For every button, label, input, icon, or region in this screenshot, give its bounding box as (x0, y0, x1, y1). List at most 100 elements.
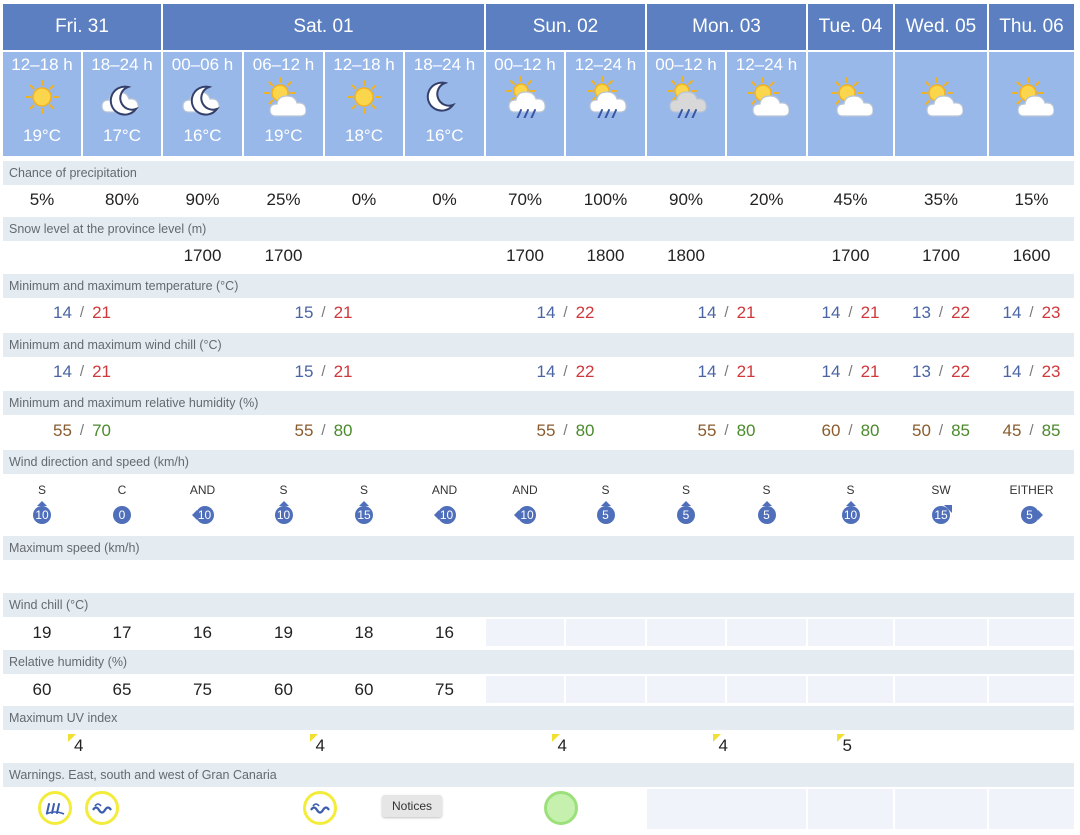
max-speed-cell (325, 562, 403, 589)
separator: / (938, 304, 944, 321)
wind-speed: 5 (1026, 508, 1033, 522)
temp_minmax-min: 14 (821, 302, 841, 322)
section-label-relhum: Relative humidity (%) (3, 650, 1074, 674)
precip-cell: 70% (486, 187, 564, 213)
hum_minmax-max: 80 (736, 420, 756, 440)
day-header-wed[interactable]: Wed. 05 (895, 4, 987, 50)
chill_minmax-cell: 14 / 21 (647, 358, 806, 385)
night-cloud-icon (100, 76, 144, 118)
uv-index-cell: 4 (647, 732, 806, 757)
wind-speed-badge: 15 (928, 501, 954, 527)
precip-cell: 100% (566, 187, 645, 213)
wave-warning-icon[interactable] (303, 791, 337, 825)
windchill-cell (989, 619, 1074, 646)
chill_minmax-max: 22 (951, 361, 970, 381)
windchill-cell (895, 619, 987, 646)
warnings-cell (3, 789, 161, 829)
wind-speed-badge: 15 (351, 501, 377, 527)
uv-index-cell: 4 (163, 732, 484, 757)
wind-cell: S 15 (325, 475, 403, 532)
snow-cell: 1700 (808, 243, 893, 269)
period-column: 00–12 h (647, 52, 725, 156)
relhum-cell (989, 676, 1074, 703)
period-column (808, 52, 893, 156)
sun-icon (20, 76, 64, 118)
chill_minmax-max: 23 (1041, 361, 1061, 381)
day-header-fri[interactable]: Fri. 31 (3, 4, 161, 50)
sun-rain-icon (584, 76, 628, 120)
uv-index-value: 4 (74, 736, 84, 755)
relhum-cell: 60 (244, 676, 323, 703)
uv-index-cell: 4 (486, 732, 645, 757)
period-label: 12–18 h (333, 55, 395, 74)
wind-direction: S (37, 483, 46, 497)
snow-cell: 1700 (895, 243, 987, 269)
period-label: 12–24 h (574, 55, 637, 74)
wind-cell: S5 (647, 475, 725, 532)
hum_minmax-min: 45 (1002, 420, 1022, 440)
wave-warning-icon[interactable] (85, 791, 119, 825)
wind-speed: 10 (439, 508, 454, 522)
period-label: 12–18 h (11, 55, 73, 74)
uv-index-value: 4 (315, 736, 325, 755)
notices-button[interactable]: Notices (382, 795, 442, 817)
chill_minmax-min: 15 (294, 361, 314, 381)
uv-index-cell: 4 (3, 732, 161, 757)
relhum-cell: 65 (83, 676, 161, 703)
separator: / (724, 422, 729, 439)
relhum-cell (808, 676, 893, 703)
day-header-mon[interactable]: Mon. 03 (647, 4, 806, 50)
period-temperature: 18°C (345, 126, 383, 145)
separator: / (563, 304, 568, 321)
wind-cell: AND 10 (405, 475, 484, 532)
separator: / (79, 304, 85, 321)
period-column: 00–06 h 16°C (163, 52, 242, 156)
period-temperature: 19°C (23, 126, 61, 145)
hum_minmax-max: 70 (92, 420, 111, 440)
wind-speed-badge: 10 (512, 501, 538, 527)
no-warning-icon[interactable] (544, 791, 578, 825)
wind-direction: AND (431, 483, 458, 497)
period-label: 18–24 h (413, 55, 476, 74)
wind-direction: S (359, 483, 368, 497)
day-header-tue[interactable]: Tue. 04 (808, 4, 893, 50)
wind-speed: 15 (934, 508, 948, 522)
uv-index-cell (895, 732, 987, 757)
hum_minmax-cell: 55 / 80 (486, 417, 645, 444)
chill_minmax-cell: 15 / 21 (163, 358, 484, 385)
separator: / (848, 363, 853, 380)
wind-speed: 10 (35, 508, 49, 522)
separator: / (938, 363, 944, 380)
wind-speed-badge: 0 (109, 501, 135, 527)
chill_minmax-min: 14 (697, 361, 717, 381)
day-header-thu[interactable]: Thu. 06 (989, 4, 1074, 50)
period-label: 06–12 h (252, 55, 315, 74)
wind-speed: 10 (197, 508, 212, 522)
hum_minmax-min: 55 (536, 420, 556, 440)
max-speed-cell (3, 562, 81, 589)
period-temperature: 17°C (103, 126, 141, 145)
precip-cell: 90% (163, 187, 242, 213)
chill_minmax-max: 21 (736, 361, 756, 381)
forecast-table: Fri. 31 Sat. 01 Sun. 02 Mon. 03 Tue. 04 Wed. … (0, 0, 1080, 835)
coastal-warning-icon[interactable] (38, 791, 72, 825)
day-header-sat[interactable]: Sat. 01 (163, 4, 484, 50)
warnings-cell (808, 789, 893, 829)
windchill-cell (808, 619, 893, 646)
section-label-warnings: Warnings. East, south and west of Gran C… (3, 763, 1074, 787)
precip-cell: 45% (808, 187, 893, 213)
temp_minmax-cell: 13 / 22 (895, 299, 987, 326)
precip-cell: 20% (727, 187, 806, 213)
wind-direction: C (117, 483, 127, 497)
hum_minmax-max: 85 (1041, 420, 1061, 440)
wind-cell: S 10 (3, 475, 81, 532)
hum_minmax-max: 80 (860, 420, 880, 440)
temp_minmax-cell: 14 / 21 (808, 299, 893, 326)
wind-speed-badge: 10 (190, 501, 216, 527)
wind-direction: S (762, 483, 771, 497)
day-header-sun[interactable]: Sun. 02 (486, 4, 645, 50)
precip-cell: 15% (989, 187, 1074, 213)
period-column: 12–18 h 19°C (3, 52, 81, 156)
snow-cell: 1700 (486, 243, 564, 269)
wind-speed: 10 (276, 508, 291, 522)
